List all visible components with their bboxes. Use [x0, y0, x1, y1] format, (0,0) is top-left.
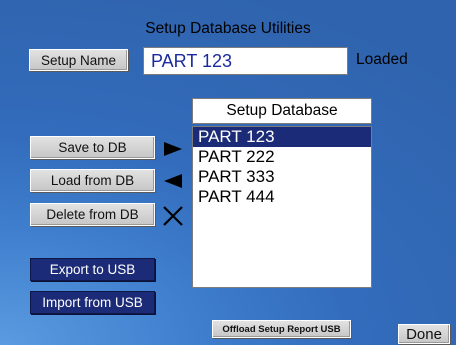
play-left-icon[interactable]	[160, 170, 186, 192]
setup-database-header: Setup Database	[192, 98, 372, 124]
x-delete-icon[interactable]	[160, 203, 186, 229]
list-item[interactable]: PART 222	[193, 147, 371, 167]
save-to-db-button[interactable]: Save to DB	[30, 136, 155, 159]
load-status: Loaded	[356, 51, 408, 68]
export-to-usb-button[interactable]: Export to USB	[30, 258, 155, 281]
setup-name-button[interactable]: Setup Name	[29, 49, 128, 71]
list-item[interactable]: PART 333	[193, 167, 371, 187]
setup-name-field[interactable]: PART 123	[143, 47, 348, 75]
done-button[interactable]: Done	[398, 324, 450, 344]
setup-database-list[interactable]: PART 123 PART 222 PART 333 PART 444	[192, 126, 372, 288]
delete-from-db-button[interactable]: Delete from DB	[30, 203, 155, 226]
page-title: Setup Database Utilities	[145, 20, 311, 37]
load-from-db-button[interactable]: Load from DB	[30, 169, 155, 192]
import-from-usb-button[interactable]: Import from USB	[30, 291, 155, 314]
list-item[interactable]: PART 444	[193, 187, 371, 207]
offload-setup-report-button[interactable]: Offload Setup Report USB	[212, 320, 351, 338]
play-right-icon[interactable]	[160, 138, 186, 160]
list-item[interactable]: PART 123	[193, 127, 371, 147]
